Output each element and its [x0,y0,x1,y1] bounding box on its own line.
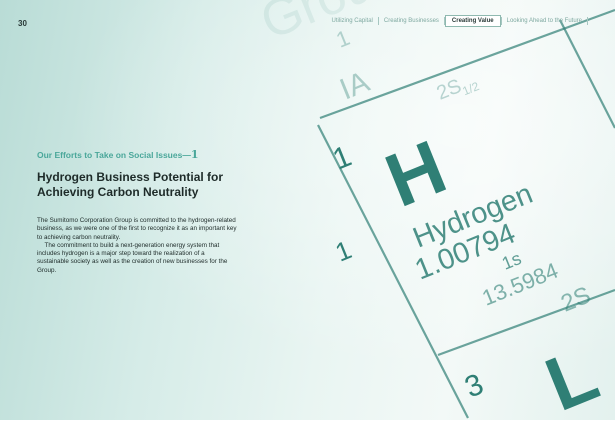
element-symbol: H [375,124,458,223]
section-navigation: Utilizing Capital Creating Businesses Cr… [327,14,588,28]
nav-tab-utilizing-capital[interactable]: Utilizing Capital [327,18,378,24]
element-name: Hydrogen [409,178,538,255]
nav-tab-creating-businesses[interactable]: Creating Businesses [379,18,444,24]
brochure-page: Grou 1 IA 2S1/2 1 H Hydrogen 1.00794 1 1… [0,0,615,420]
orbital-header: 2S1/2 [434,69,482,108]
next-atomic-number: 3 [460,368,488,405]
page-title-line-2: Achieving Carbon Neutrality [37,185,199,199]
atomic-mass: 1.00794 [411,218,520,287]
section-kicker: Our Efforts to Take on Social Issues—1 [37,148,237,161]
next-element-symbol: L [535,332,610,420]
page-title: Hydrogen Business Potential for Achievin… [37,170,237,200]
group-roman-label: IA [335,65,374,106]
body-copy: The Sumitomo Corporation Group is commit… [37,217,237,275]
table-grid-lines [317,8,615,419]
body-paragraph-2: The commitment to build a next-generatio… [37,241,228,274]
nav-divider [587,17,588,25]
page-number: 30 [18,19,27,28]
section-kicker-number: 1 [190,148,199,161]
nav-tab-creating-value[interactable]: Creating Value [444,15,501,27]
orbital-header-sub: 1/2 [460,79,481,98]
period-number: 1 [331,234,356,267]
atomic-number: 1 [328,140,356,177]
section-kicker-text: Our Efforts to Take on Social Issues— [37,150,191,160]
orbital-header-text: 2S [434,75,465,105]
article-text-block: Our Efforts to Take on Social Issues—1 H… [37,148,237,275]
page-title-line-1: Hydrogen Business Potential for [37,170,224,184]
nav-tab-looking-ahead[interactable]: Looking Ahead to the Future [502,18,587,24]
ionization-energy: 13.5984 [479,258,562,311]
page-margin [0,420,615,434]
group-number-label: 1 [333,25,354,53]
body-paragraph-1: The Sumitomo Corporation Group is commit… [37,217,237,241]
electron-config: 1s [499,248,524,274]
next-orbital-label: 2S [557,282,594,318]
